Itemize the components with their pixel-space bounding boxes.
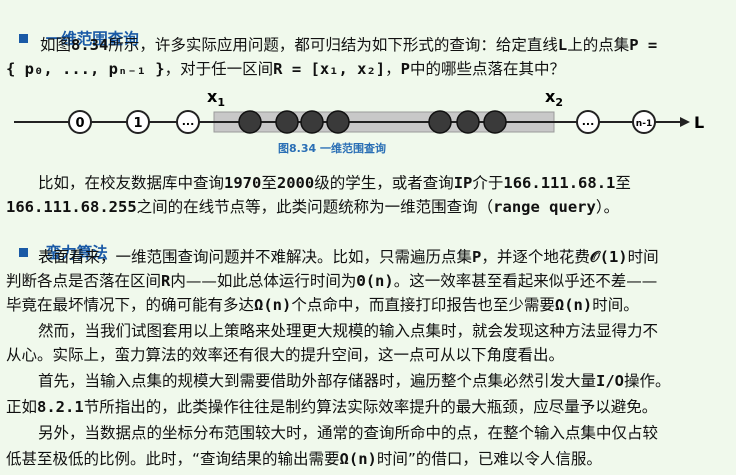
point-in-range xyxy=(483,110,507,134)
paragraph-line: 如图8.34所示，许多实际应用问题，都可归结为如下形式的查询：给定直线L上的点集… xyxy=(0,34,736,56)
term: I/O xyxy=(596,372,625,390)
math-symbol: L xyxy=(557,36,568,54)
math-symbol: R xyxy=(161,272,171,290)
math-expr: Ω(n) xyxy=(339,450,377,468)
text-span: ，对于任一区间 xyxy=(164,60,274,78)
text-span: 上的点集 xyxy=(567,36,630,54)
text-span: 如图 xyxy=(40,36,72,54)
axis-arrow-icon xyxy=(680,117,690,127)
paragraph-line: 166.111.68.255之间的在线节点等，此类问题统称为一维范围查询（ran… xyxy=(0,196,736,218)
text-span: 首先，当输入点集的规模大到需要借助外部存储器时，遍历整个点集必然引发大量 xyxy=(38,372,597,390)
text-span: 个点命中，而直接打印报告也至少需要 xyxy=(291,296,555,314)
paragraph-line: 然而，当我们试图套用以上策略来处理更大规模的输入点集时，就会发现这种方法显得力不 xyxy=(38,322,659,340)
x1-label: x1 xyxy=(207,87,225,109)
text-span: 至 xyxy=(261,174,277,192)
math-expr: Θ(n) xyxy=(356,272,394,290)
term: IP xyxy=(453,174,473,192)
text-span: 判断各点是否落在区间 xyxy=(6,272,162,290)
math-symbol: P = xyxy=(629,36,658,54)
axis-label: L xyxy=(694,113,704,132)
number: 2000 xyxy=(276,174,315,192)
paragraph-line: 正如8.2.1节所指出的，此类操作往往是制约算法实际效率提升的最大瓶颈，应尽量予… xyxy=(0,396,736,418)
text-span: 时间。 xyxy=(592,296,639,314)
paragraph-line: 首先，当输入点集的规模大到需要借助外部存储器时，遍历整个点集必然引发大量I/O操… xyxy=(0,370,736,392)
text-span: 比如，在校友数据库中查询 xyxy=(38,174,225,192)
text-span: 表面看来，一维范围查询问题并不难解决。比如，只需遍历点集 xyxy=(38,248,473,266)
point-in-range xyxy=(238,110,262,134)
text-span: 时间 xyxy=(627,248,659,266)
text-span: 至 xyxy=(615,174,631,192)
math-interval: R = [x₁, x₂] xyxy=(273,60,386,78)
point-in-range xyxy=(326,110,350,134)
math-symbol: P xyxy=(472,248,482,266)
point-in-range xyxy=(300,110,324,134)
text-span: 内——如此总体运行时间为 xyxy=(170,272,357,290)
x2-label: x2 xyxy=(545,87,563,109)
paragraph-line: 另外，当数据点的坐标分布范围较大时，通常的查询所命中的点，在整个输入点集中仅占较 xyxy=(38,424,659,442)
paragraph-line: 从心。实际上，蛮力算法的效率还有很大的提升空间，这一点可从以下角度看出。 xyxy=(6,346,565,364)
text-span: 所示，许多实际应用问题，都可归结为如下形式的查询：给定直线 xyxy=(108,36,558,54)
text-span: 中的哪些点落在其中？ xyxy=(410,60,566,78)
text-span: ，并逐个地花费 xyxy=(481,248,590,266)
paragraph-line: { p₀, ..., pₙ₋₁ }，对于任一区间R = [x₁, x₂]，P中的… xyxy=(0,58,736,80)
text-span: ）。 xyxy=(595,198,620,216)
point-in-range xyxy=(275,110,299,134)
node-label-1: 1 xyxy=(133,116,142,131)
node-label-0: 0 xyxy=(75,116,84,131)
figure-ref: 8.34 xyxy=(71,36,109,54)
math-set: { p₀, ..., pₙ₋₁ } xyxy=(6,60,165,78)
text-span: 介于 xyxy=(472,174,504,192)
paragraph-line: 表面看来，一维范围查询问题并不难解决。比如，只需遍历点集P，并逐个地花费𝒪(1)… xyxy=(0,246,736,268)
range-query-figure: L x1 x2 0 1 ... ... n-1 xyxy=(14,87,704,134)
paragraph-line: 低甚至极低的比例。此时，“查询结果的输出需要Ω(n)时间”的借口，已难以令人信服… xyxy=(0,448,736,470)
math-expr: Ω(n) xyxy=(554,296,593,314)
node-label-ellipsis-left: ... xyxy=(182,115,195,128)
ip-address: 166.111.68.1 xyxy=(503,174,616,192)
paragraph-line: 毕竟在最坏情况下，的确可能有多达Ω(n)个点命中，而直接打印报告也至少需要Ω(n… xyxy=(0,294,736,316)
term: range query xyxy=(493,198,596,216)
node-label-ellipsis-right: ... xyxy=(582,115,595,128)
text-span: 。这一效率甚至看起来似乎还不差—— xyxy=(393,272,658,290)
number: 1970 xyxy=(224,174,262,192)
paragraph-line: 判断各点是否落在区间R内——如此总体运行时间为Θ(n)。这一效率甚至看起来似乎还… xyxy=(0,270,736,292)
section-ref: 8.2.1 xyxy=(37,398,84,416)
text-span: 低甚至极低的比例。此时，“查询结果的输出需要 xyxy=(6,450,340,468)
paragraph-line: 比如，在校友数据库中查询1970至2000级的学生，或者查询IP介于166.11… xyxy=(0,172,736,194)
node-label-n-1: n-1 xyxy=(636,119,652,129)
text-span: 级的学生，或者查询 xyxy=(314,174,454,192)
text-span: 正如 xyxy=(6,398,38,416)
point-in-range xyxy=(428,110,452,134)
math-symbol: P xyxy=(400,60,410,78)
text-span: 节所指出的，此类操作往往是制约算法实际效率提升的最大瓶颈，应尽量予以避免。 xyxy=(83,398,658,416)
text-span: ， xyxy=(385,60,401,78)
point-in-range xyxy=(456,110,480,134)
text-span: 时间”的借口，已难以令人信服。 xyxy=(376,450,602,468)
math-expr: Ω(n) xyxy=(254,296,292,314)
text-span: 之间的在线节点等，此类问题统称为一维范围查询（ xyxy=(136,198,494,216)
text-span: 毕竟在最坏情况下，的确可能有多达 xyxy=(6,296,255,314)
figure-caption: 图8.34 一维范围查询 xyxy=(278,142,386,155)
text-span: 操作。 xyxy=(624,372,671,390)
ip-address: 166.111.68.255 xyxy=(6,198,137,216)
math-expr: 𝒪(1) xyxy=(589,248,628,266)
